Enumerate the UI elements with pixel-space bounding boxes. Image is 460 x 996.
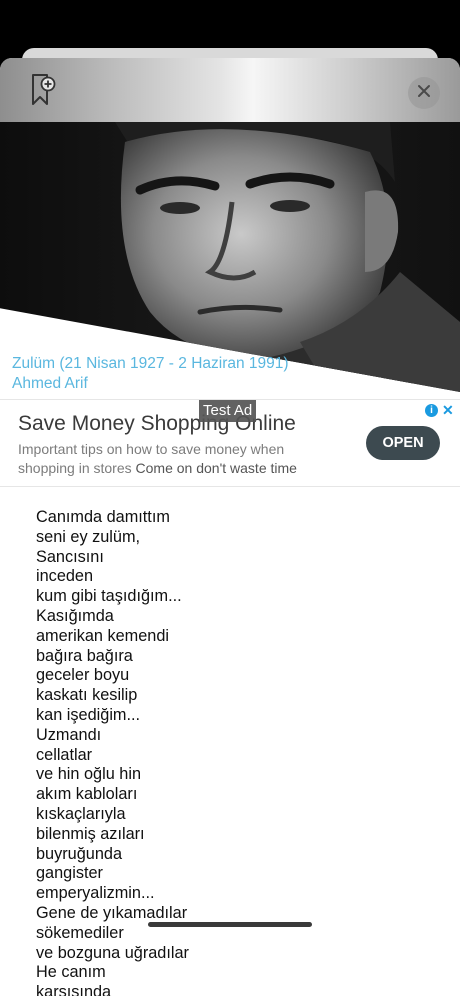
close-button[interactable]	[408, 77, 440, 109]
home-indicator	[148, 922, 312, 927]
poem-line: bilenmiş azıları	[36, 824, 145, 843]
poem-line: buyruğunda	[36, 844, 123, 863]
poem-line: ve hin oğlu hin	[36, 765, 142, 784]
ad-close-icon[interactable]: ✕	[442, 403, 454, 417]
ad-body-tail: Come on don't waste time	[135, 460, 297, 476]
poem-line: Uzmandı	[36, 725, 102, 744]
poem-title-dates[interactable]: Zulüm (21 Nisan 1927 - 2 Haziran 1991)	[12, 354, 452, 374]
test-ad-badge: Test Ad	[199, 400, 257, 422]
bookmark-add-button[interactable]	[24, 72, 60, 112]
poem-line: kum gibi taşıdığım...	[36, 587, 182, 606]
poem-line: karşısında	[36, 983, 112, 996]
poem-line: Gene de yıkamadılar	[36, 903, 188, 922]
poem-line: inceden	[36, 567, 94, 586]
close-icon	[417, 84, 431, 103]
poem-line: cellatlar	[36, 745, 93, 764]
poem-line: ve bozguna uğradılar	[36, 943, 189, 962]
poem-line: Kasığımda	[36, 606, 114, 625]
poem-line: kan işediğim...	[36, 705, 141, 724]
poem-sheet: Zulüm (21 Nisan 1927 - 2 Haziran 1991) A…	[0, 58, 460, 996]
ad-info-icon[interactable]: i	[425, 403, 438, 417]
author-portrait	[0, 122, 460, 392]
bookmark-add-icon	[27, 72, 57, 113]
poem-line: geceler boyu	[36, 666, 130, 685]
poem-line: amerikan kemendi	[36, 626, 170, 645]
poem-line: gangister	[36, 864, 103, 883]
poem-line: Sancısını	[36, 547, 104, 566]
ad-body: Important tips on how to save money when…	[18, 440, 328, 478]
ad-open-button[interactable]: OPEN	[366, 426, 440, 460]
poem-line: seni ey zulüm,	[36, 527, 141, 546]
poem-author[interactable]: Ahmed Arif	[12, 374, 452, 394]
poem-line: akım kabloları	[36, 785, 138, 804]
poem-line: emperyalizmin...	[36, 884, 155, 903]
poem-line: kıskaçlarıyla	[36, 804, 126, 823]
poem-line: He canım	[36, 963, 106, 982]
poem-caption: Zulüm (21 Nisan 1927 - 2 Haziran 1991) A…	[12, 354, 452, 394]
poem-line: kaskatı kesilip	[36, 686, 138, 705]
poem-line: Canımda damıttım	[36, 508, 170, 526]
ad-banner[interactable]: Save Money Shopping Online Test Ad Impor…	[0, 399, 460, 487]
sheet-header	[0, 58, 460, 122]
ad-choices[interactable]: i ✕	[425, 402, 455, 418]
poem-line: bağıra bağıra	[36, 646, 133, 665]
